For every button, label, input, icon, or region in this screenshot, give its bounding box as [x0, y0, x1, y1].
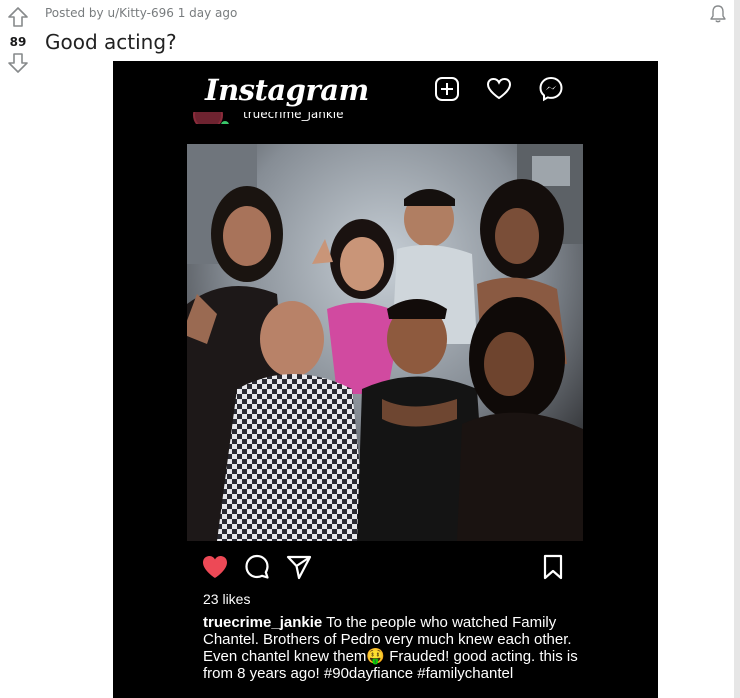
upvote-arrow-icon[interactable]	[7, 6, 29, 28]
instagram-logo: Instagram	[205, 73, 369, 107]
post-title[interactable]: Good acting?	[45, 30, 177, 54]
caption-username: truecrime_jankie	[203, 614, 323, 631]
comment-icon	[245, 554, 269, 579]
online-status-dot	[221, 121, 229, 124]
instagram-user-strip: truecrime_jankie	[193, 112, 393, 124]
messenger-icon	[539, 76, 563, 102]
group-photo	[187, 144, 583, 541]
new-post-icon	[435, 77, 459, 101]
instagram-caption: truecrime_jankie To the people who watch…	[203, 614, 583, 682]
post-image[interactable]: Instagram truecrime_jankie 23 likes true…	[113, 61, 658, 698]
heart-filled-icon	[203, 556, 227, 578]
likes-count: 23 likes	[203, 591, 251, 607]
vote-column: 89	[6, 6, 30, 74]
scrollbar[interactable]	[734, 0, 740, 698]
heart-outline-icon	[486, 77, 512, 100]
author-link[interactable]: u/Kitty-696	[107, 6, 173, 20]
avatar	[193, 112, 223, 124]
notification-bell-icon[interactable]	[708, 4, 728, 24]
downvote-arrow-icon[interactable]	[7, 52, 29, 74]
vote-score: 89	[9, 35, 27, 49]
instagram-username-top: truecrime_jankie	[243, 112, 344, 121]
posted-by-label: Posted by	[45, 6, 104, 20]
share-send-icon	[286, 555, 312, 580]
post-meta: Posted by u/Kitty-696 1 day ago	[45, 6, 237, 20]
bookmark-icon	[543, 554, 563, 580]
post-timestamp[interactable]: 1 day ago	[178, 6, 238, 20]
